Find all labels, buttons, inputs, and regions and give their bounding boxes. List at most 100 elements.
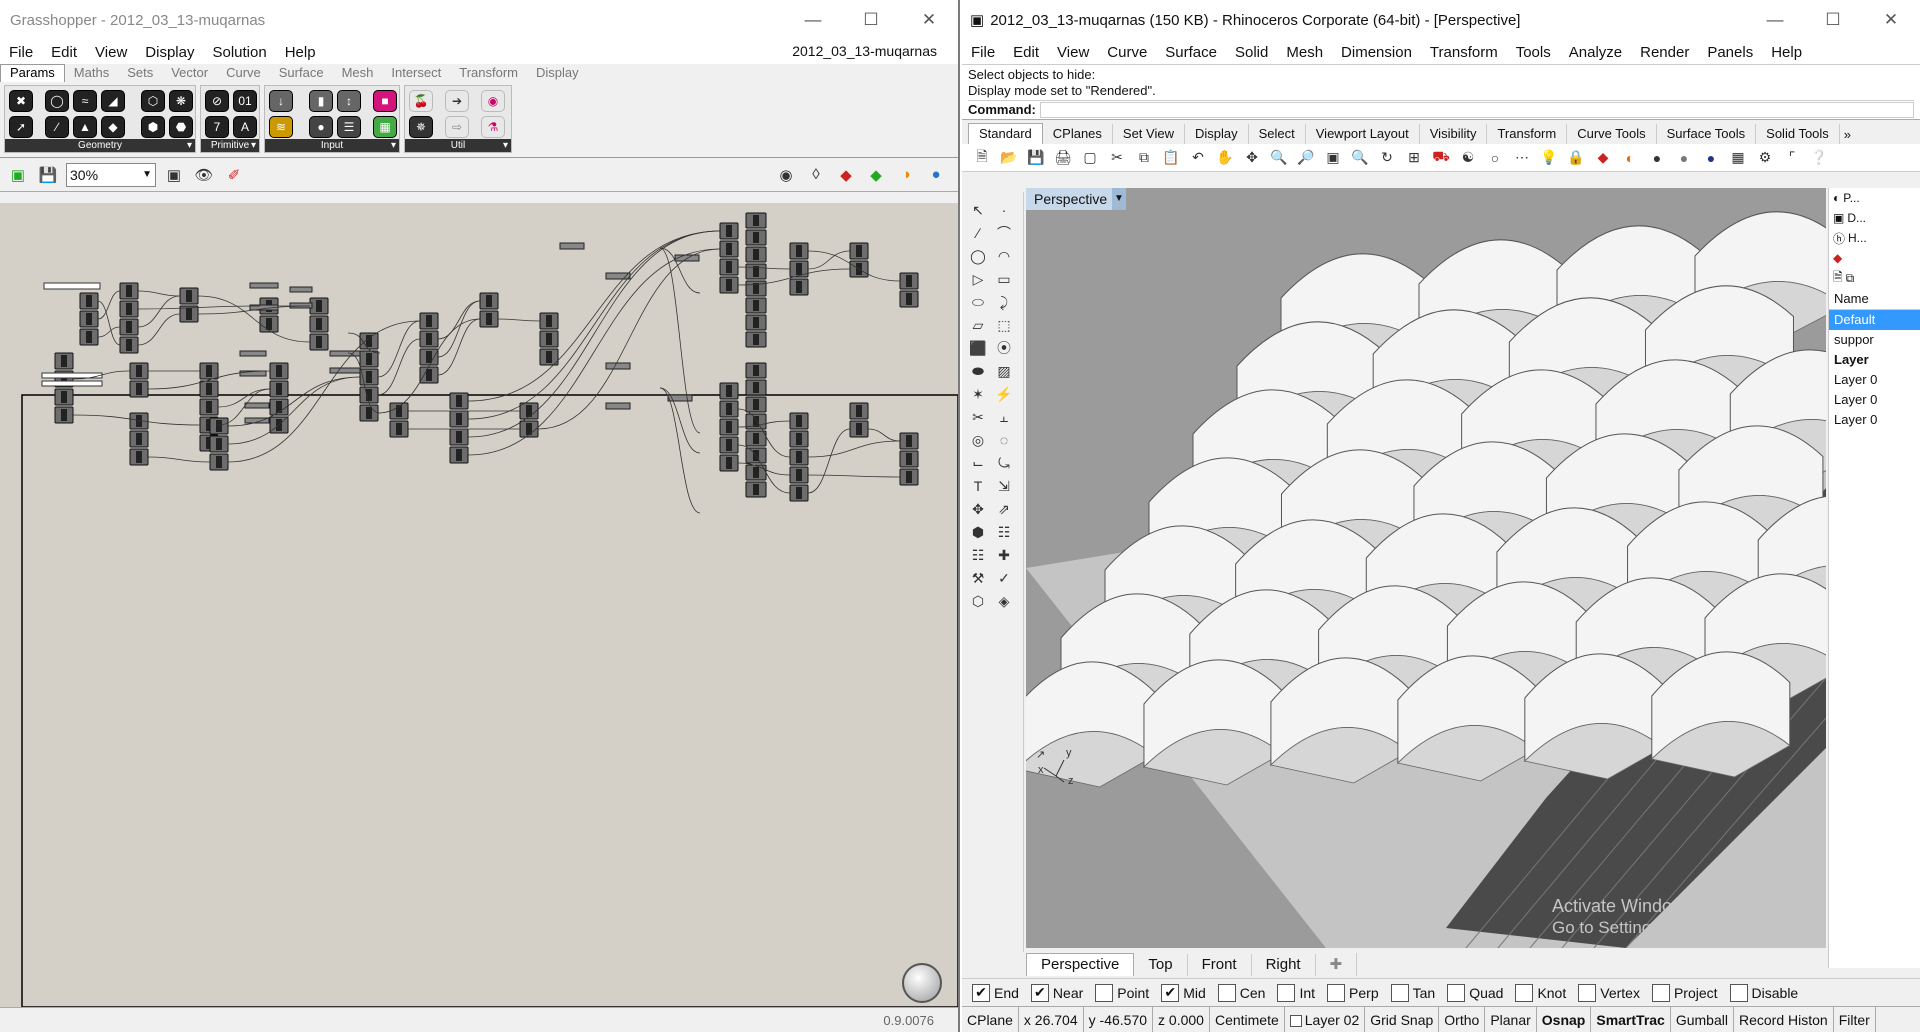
toolbar-tab-display[interactable]: Display [1185, 124, 1249, 144]
panel-tab[interactable]: ◐ P... [1829, 188, 1920, 208]
lock-icon[interactable]: 🔒 [1564, 146, 1588, 170]
mesh-icon[interactable]: ✶ [966, 382, 990, 406]
rhino-titlebar[interactable]: ▣ 2012_03_13-muqarnas (150 KB) - Rhinoce… [962, 0, 1920, 40]
surface-icon[interactable]: ▱ [966, 313, 990, 337]
save-file-icon[interactable]: 💾 [36, 163, 60, 187]
gh-minimize-button[interactable]: — [784, 0, 842, 40]
osnap-checkbox-near[interactable]: ✔ [1030, 983, 1049, 1002]
grid-options-icon[interactable]: ▦ [1726, 146, 1750, 170]
status-toggle-filter[interactable]: Filter [1834, 1006, 1876, 1032]
save-file-icon[interactable]: 💾 [1024, 146, 1048, 170]
pan-hand-icon[interactable]: ✋ [1213, 146, 1237, 170]
toolbar-tab-curve-tools[interactable]: Curve Tools [1567, 124, 1657, 144]
point-icon[interactable]: · [992, 198, 1016, 222]
ungroup-icon[interactable]: ◌ [992, 428, 1016, 452]
open-file-icon[interactable]: 📂 [997, 146, 1021, 170]
undo-icon[interactable]: ↶ [1186, 146, 1210, 170]
four-viewports-icon[interactable]: ⊞ [1402, 146, 1426, 170]
paste-icon[interactable]: 📋 [1159, 146, 1183, 170]
shaded-sphere-icon[interactable]: ● [1672, 146, 1696, 170]
gh-titlebar[interactable]: Grasshopper - 2012_03_13-muqarnas — ☐ ✕ [0, 0, 958, 40]
plane-param-icon[interactable]: ▲ [73, 116, 97, 138]
rhino-menu-surface[interactable]: Surface [1156, 44, 1226, 61]
layer-row[interactable]: Layer 0 [1829, 390, 1920, 410]
muqarnas-render[interactable]: x y z [1026, 188, 1826, 948]
gh-definition-graph[interactable] [0, 203, 958, 1008]
toolbar-tab-visibility[interactable]: Visibility [1420, 124, 1488, 144]
shaded-preview-icon[interactable]: ◆ [834, 163, 858, 187]
status-toggle-record-histon[interactable]: Record Histon [1734, 1006, 1834, 1032]
gh-panel-node[interactable] [329, 367, 361, 374]
cut-icon[interactable]: ✂ [1105, 146, 1129, 170]
gh-tab-curve[interactable]: Curve [217, 65, 270, 82]
rhino-menu-edit[interactable]: Edit [1004, 44, 1048, 61]
osnap-checkbox-mid[interactable]: ✔ [1161, 983, 1180, 1002]
osnap-checkbox-end[interactable]: ✔ [972, 983, 990, 1002]
vector-param-icon[interactable]: ➚ [9, 116, 33, 138]
layer-row[interactable]: Layer [1829, 350, 1920, 370]
box-param-icon[interactable]: ⬢ [141, 116, 165, 138]
tree-icon[interactable]: ✵ [409, 116, 433, 138]
gh-tab-vector[interactable]: Vector [162, 65, 217, 82]
color-swatch-icon[interactable]: ■ [373, 90, 397, 112]
gh-tab-maths[interactable]: Maths [65, 65, 118, 82]
rhino-menu-file[interactable]: File [962, 44, 1004, 61]
toolbar-tab-solid-tools[interactable]: Solid Tools [1756, 124, 1840, 144]
print-icon[interactable]: 🖨 [1051, 146, 1075, 170]
osnap-checkbox-project[interactable] [1651, 983, 1670, 1002]
select-arrow-icon[interactable]: ↖ [966, 198, 990, 222]
circle-param-icon[interactable]: ◯ [45, 90, 69, 112]
loft-icon[interactable]: ⬚ [992, 313, 1016, 337]
osnap-checkbox-point[interactable] [1095, 983, 1114, 1002]
cylinder-icon[interactable]: ⬬ [966, 359, 990, 383]
fillet-icon[interactable]: ⌙ [966, 451, 990, 475]
osnap-checkbox-tan[interactable] [1390, 983, 1409, 1002]
gh-panel-node[interactable] [289, 286, 313, 293]
flask-icon[interactable]: ⚗ [481, 116, 505, 138]
boolean-param-icon[interactable]: ⊘ [205, 90, 229, 112]
arrow-right-icon[interactable]: ➔ [445, 90, 469, 112]
copy-icon[interactable]: ⧉ [1132, 146, 1156, 170]
curve-param-icon[interactable]: ≈ [73, 90, 97, 112]
gh-menu-solution[interactable]: Solution [203, 44, 275, 61]
osnap-checkbox-perp[interactable] [1327, 983, 1346, 1002]
export-icon[interactable]: ▢ [1078, 146, 1102, 170]
box-icon[interactable]: ⬛ [966, 336, 990, 360]
rhino-menu-help[interactable]: Help [1762, 44, 1811, 61]
gh-panel-node[interactable] [329, 350, 361, 357]
osnap-checkbox-disable[interactable] [1729, 983, 1748, 1002]
layer-icon[interactable]: ◆ [1591, 146, 1615, 170]
text-param-icon[interactable]: A [233, 116, 257, 138]
open-file-icon[interactable]: ▣ [6, 163, 30, 187]
gh-canvas[interactable] [0, 203, 958, 1008]
arc-icon[interactable]: ◠ [992, 244, 1016, 268]
explode-icon[interactable]: ⚡ [992, 382, 1016, 406]
point-param-icon[interactable]: ◆ [101, 116, 125, 138]
layer-row[interactable]: suppor [1829, 330, 1920, 350]
chevron-down-icon[interactable]: ▼ [1112, 188, 1126, 210]
rhino-minimize-button[interactable]: — [1746, 0, 1804, 40]
gumball-icon[interactable]: ✚ [992, 543, 1016, 567]
status-cplane[interactable]: CPlane [962, 1006, 1019, 1032]
gh-panel-node[interactable] [249, 282, 279, 289]
check-icon[interactable]: ✓ [992, 566, 1016, 590]
offset-icon[interactable]: ⤿ [992, 451, 1016, 475]
rectangle-icon[interactable]: ▭ [992, 267, 1016, 291]
layer-copy-icon[interactable]: ⧉ [1846, 271, 1855, 286]
gh-panel-node[interactable] [239, 350, 267, 357]
rhino-menu-curve[interactable]: Curve [1098, 44, 1156, 61]
dimension-icon[interactable]: ⌜ [1780, 146, 1804, 170]
gh-panel-node[interactable] [559, 242, 585, 250]
rhino-menu-analyze[interactable]: Analyze [1560, 44, 1631, 61]
material-icon[interactable]: ◈ [992, 589, 1016, 613]
gh-menu-display[interactable]: Display [136, 44, 203, 61]
toggle-input-icon[interactable]: ↓ [269, 90, 293, 112]
status-toggle-ortho[interactable]: Ortho [1439, 1006, 1486, 1032]
knob-input-icon[interactable]: ● [309, 116, 333, 138]
options-icon[interactable]: ⚙ [1753, 146, 1777, 170]
rhino-menu-render[interactable]: Render [1631, 44, 1698, 61]
eye-preview-icon[interactable]: 👁 [192, 163, 216, 187]
boolean-icon[interactable]: ⦿ [992, 336, 1016, 360]
integer-param-icon[interactable]: 01 [233, 90, 257, 112]
gh-panel-node[interactable] [605, 402, 631, 410]
